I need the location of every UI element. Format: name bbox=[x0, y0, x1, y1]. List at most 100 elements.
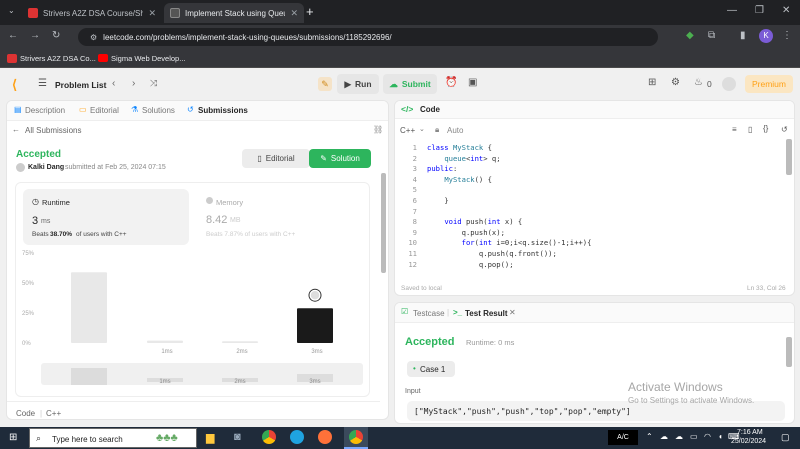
settings-gear-icon[interactable]: ⚙ bbox=[671, 77, 680, 88]
tab-solutions[interactable]: Solutions bbox=[142, 106, 175, 115]
tab-description[interactable]: Description bbox=[25, 106, 65, 115]
timer-icon[interactable]: ⏰ bbox=[445, 77, 457, 88]
line-number: 12 bbox=[408, 259, 417, 269]
new-tab-icon[interactable]: + bbox=[306, 4, 314, 19]
solution-button[interactable]: ✎ Solution bbox=[309, 149, 371, 168]
code-text: for(int i=0;i<q.size()-1;i++){ bbox=[461, 238, 592, 248]
extensions-puzzle-icon[interactable]: ⧉ bbox=[708, 30, 715, 41]
restore-icon[interactable]: ❐ bbox=[755, 5, 764, 16]
code-tab-label[interactable]: Code bbox=[420, 105, 440, 114]
close-window-icon[interactable]: ✕ bbox=[782, 5, 790, 16]
browser-tab-leetcode[interactable]: Implement Stack using Queues ✕ bbox=[164, 3, 304, 23]
code-text: q.pop(); bbox=[427, 259, 514, 269]
notifications-icon[interactable]: ▢ bbox=[781, 432, 790, 443]
side-panel-icon[interactable]: ▮ bbox=[740, 30, 746, 41]
show-hidden-icons-icon[interactable]: ⌃ bbox=[646, 432, 653, 441]
premium-button[interactable]: Premium bbox=[745, 75, 793, 93]
bookmark-strivers[interactable]: Strivers A2Z DSA Co... bbox=[20, 54, 96, 63]
reset-icon[interactable]: ↺ bbox=[781, 125, 788, 134]
code-editor[interactable]: 1 class MyStack {2 queue<int> q; 3 public: 4… bbox=[395, 143, 785, 271]
extension-icon[interactable]: ◆ bbox=[686, 30, 694, 41]
user-avatar[interactable] bbox=[722, 77, 736, 91]
code-line: 12 q.pop(); bbox=[395, 260, 785, 270]
shuffle-icon[interactable]: ⤨ bbox=[150, 78, 157, 89]
tab-testcase[interactable]: Testcase bbox=[413, 309, 445, 318]
taskbar-date[interactable]: 25/02/2024 bbox=[731, 438, 766, 445]
share-link-icon[interactable]: ⛓ bbox=[373, 125, 383, 134]
braces-icon[interactable]: {} bbox=[763, 124, 768, 133]
tab-search-icon[interactable]: ⌄ bbox=[8, 6, 15, 15]
ac-indicator[interactable]: A/C bbox=[608, 430, 638, 445]
y-tick-label: 0% bbox=[22, 341, 31, 347]
result-scrollbar[interactable] bbox=[786, 337, 792, 367]
next-problem-icon[interactable]: › bbox=[132, 78, 135, 89]
tab-test-result[interactable]: Test Result bbox=[465, 309, 508, 318]
wifi-icon[interactable]: ◠ bbox=[704, 432, 711, 441]
battery-icon[interactable]: ▭ bbox=[690, 432, 698, 441]
runtime-unit: ms bbox=[41, 218, 51, 225]
url-bar[interactable]: ⚙ leetcode.com/problems/implement-stack-… bbox=[78, 28, 658, 46]
edit-icon: ✎ bbox=[320, 154, 327, 163]
editorial-button[interactable]: ▯ Editorial bbox=[242, 149, 310, 168]
onedrive-icon[interactable]: ☁ bbox=[675, 432, 683, 441]
memory-label[interactable]: Memory bbox=[216, 198, 243, 207]
firefox-icon[interactable] bbox=[318, 430, 332, 444]
close-tab-icon[interactable]: ✕ bbox=[509, 308, 516, 317]
debug-icon[interactable]: ✎ bbox=[318, 77, 332, 91]
line-number: 5 bbox=[412, 185, 417, 195]
stats-card: ◷ Runtime 3 ms Beats 38.70% of users wit… bbox=[15, 182, 370, 397]
edge-icon[interactable] bbox=[290, 430, 304, 444]
chrome-active-taskbar-item[interactable] bbox=[344, 427, 368, 449]
layout-icon[interactable]: ⊞ bbox=[648, 77, 656, 88]
memory-beats: Beats 7.87% of users with C++ bbox=[206, 231, 296, 238]
reload-icon[interactable]: ↻ bbox=[52, 30, 60, 41]
close-tab-icon[interactable]: ✕ bbox=[148, 8, 156, 19]
code-text: public: bbox=[427, 164, 458, 174]
cloud-upload-icon: ☁ bbox=[389, 78, 398, 89]
runtime-box[interactable]: ◷ Runtime 3 ms Beats 38.70% of users wit… bbox=[23, 189, 189, 245]
taskbar-search-box[interactable]: ⌕ Type here to search ♣♣♣ bbox=[29, 428, 197, 448]
problem-list-link[interactable]: Problem List bbox=[55, 80, 106, 90]
left-scrollbar[interactable] bbox=[381, 173, 386, 273]
chevron-down-icon[interactable]: ⌄ bbox=[419, 125, 425, 133]
back-icon[interactable]: ← bbox=[8, 30, 18, 41]
tab-editorial[interactable]: Editorial bbox=[90, 106, 119, 115]
test-result-panel: ☑ Testcase | >_ Test Result ✕ Accepted R… bbox=[394, 302, 795, 424]
run-button[interactable]: ▶ Run bbox=[337, 74, 379, 94]
profile-avatar[interactable]: K bbox=[759, 29, 773, 43]
browser-tab-strivers[interactable]: Strivers A2Z DSA Course/Sheet ✕ bbox=[22, 3, 162, 23]
chrome-icon[interactable] bbox=[262, 430, 276, 444]
site-info-icon[interactable]: ⚙ bbox=[90, 33, 97, 42]
mini-x-tick-label: 3ms bbox=[309, 379, 320, 385]
submitter-name[interactable]: Kalki Dang bbox=[28, 164, 64, 171]
case-1-pill[interactable]: • Case 1 bbox=[407, 361, 455, 377]
minimize-icon[interactable]: — bbox=[727, 5, 737, 16]
back-arrow-icon[interactable]: ← bbox=[12, 125, 20, 134]
bookmark-icon[interactable]: ▯ bbox=[748, 125, 752, 134]
input-value: ["MyStack","push","push","top","pop","em… bbox=[414, 407, 631, 416]
url-text: leetcode.com/problems/implement-stack-us… bbox=[103, 32, 392, 42]
windows-start-icon[interactable]: ⊞ bbox=[9, 432, 17, 443]
browser-menu-icon[interactable]: ⋮ bbox=[782, 30, 792, 41]
format-icon[interactable]: ≡ bbox=[732, 125, 737, 134]
runtime-beats-pre: Beats bbox=[32, 231, 49, 238]
leetcode-logo-icon[interactable]: ⟨ bbox=[12, 77, 17, 93]
volume-icon[interactable]: ◖ bbox=[718, 432, 723, 441]
notes-icon[interactable]: ▣ bbox=[468, 77, 477, 88]
file-explorer-icon[interactable]: ▆ bbox=[206, 431, 214, 444]
auto-mode-label[interactable]: Auto bbox=[447, 126, 463, 135]
mini-x-tick-label: 1ms bbox=[159, 379, 170, 385]
taskbar-time[interactable]: 7:16 AM bbox=[737, 429, 763, 436]
prev-problem-icon[interactable]: ‹ bbox=[112, 78, 115, 89]
tab-submissions[interactable]: Submissions bbox=[198, 106, 248, 115]
bookmark-sigma[interactable]: Sigma Web Develop... bbox=[111, 54, 185, 63]
all-submissions-link[interactable]: All Submissions bbox=[25, 126, 81, 135]
cloud-icon[interactable]: ☁ bbox=[660, 432, 668, 441]
forward-icon[interactable]: → bbox=[30, 30, 40, 41]
camera-app-icon[interactable]: ◙ bbox=[234, 431, 241, 443]
language-select[interactable]: C++ bbox=[400, 126, 415, 135]
left-tabs: ▤ Description ▭ Editorial ⚗ Solutions ↺ … bbox=[7, 101, 388, 121]
close-tab-icon[interactable]: ✕ bbox=[290, 8, 298, 19]
submit-button[interactable]: ☁ Submit bbox=[383, 74, 437, 94]
code-scrollbar[interactable] bbox=[786, 139, 792, 175]
